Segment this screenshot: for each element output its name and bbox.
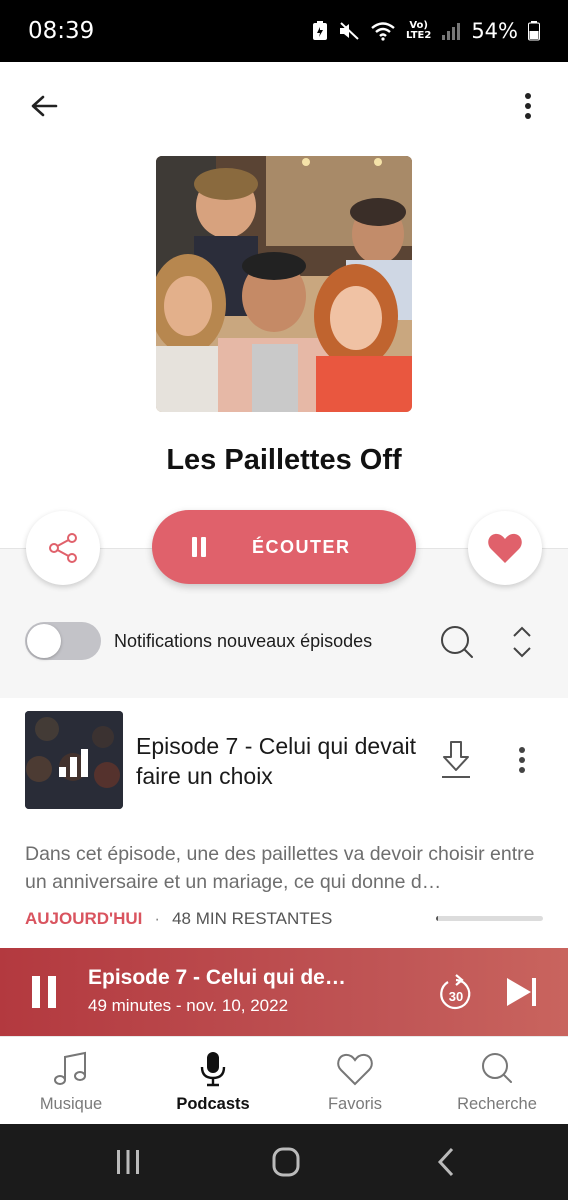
home-button[interactable] xyxy=(266,1144,306,1180)
episode-date: AUJOURD'HUI xyxy=(25,909,143,928)
podcast-cover-art xyxy=(156,156,412,412)
nav-item-favoris[interactable]: Favoris xyxy=(284,1037,426,1125)
nav-item-musique[interactable]: Musique xyxy=(0,1037,142,1125)
status-bar: 08:39 Vo) LTE2 54% xyxy=(0,0,568,62)
status-icons: Vo) LTE2 54% xyxy=(312,19,540,43)
episode-progress-fill xyxy=(436,916,439,921)
episode-description: Dans cet épisode, une des paillettes va … xyxy=(25,843,535,893)
heart-outline-icon xyxy=(337,1053,373,1086)
mini-player[interactable]: Episode 7 - Celui qui de… 49 minutes - n… xyxy=(0,948,568,1036)
recent-apps-button[interactable] xyxy=(108,1144,148,1180)
chevron-left-icon xyxy=(437,1147,454,1177)
nav-label-podcasts: Podcasts xyxy=(176,1095,250,1113)
music-note-icon xyxy=(54,1051,86,1085)
episode-more-button[interactable] xyxy=(508,743,536,777)
nav-label-recherche: Recherche xyxy=(457,1095,537,1113)
status-time: 08:39 xyxy=(28,18,95,44)
arrow-left-icon xyxy=(31,95,58,117)
more-vertical-icon xyxy=(525,93,531,119)
episode-item[interactable]: Episode 7 - Celui qui devait faire un ch… xyxy=(0,699,568,945)
podcast-title: Les Paillettes Off xyxy=(166,444,402,476)
search-icon xyxy=(441,626,473,658)
mini-player-title: Episode 7 - Celui qui de… xyxy=(88,966,346,989)
signal-icon xyxy=(441,21,461,41)
next-button[interactable] xyxy=(505,976,539,1008)
battery-icon xyxy=(528,21,540,41)
search-icon xyxy=(482,1053,512,1083)
notifications-row: Notifications nouveaux épisodes xyxy=(0,610,568,674)
skip-30-label: 30 xyxy=(449,989,463,1004)
nav-item-recherche[interactable]: Recherche xyxy=(426,1037,568,1125)
heart-filled-icon xyxy=(488,533,522,563)
share-icon xyxy=(49,533,77,563)
episode-progress-bar xyxy=(436,916,543,921)
sort-chevrons-icon xyxy=(513,626,531,658)
meta-separator: · xyxy=(154,909,161,928)
share-button[interactable] xyxy=(26,511,100,585)
back-button[interactable] xyxy=(24,86,64,126)
notifications-toggle[interactable] xyxy=(25,622,101,660)
search-episodes-button[interactable] xyxy=(438,623,476,661)
battery-saver-icon xyxy=(312,21,328,41)
nav-label-favoris: Favoris xyxy=(327,1095,383,1113)
microphone-icon xyxy=(200,1052,226,1087)
recent-apps-icon xyxy=(117,1150,139,1174)
skip-next-icon xyxy=(507,978,536,1006)
more-vertical-icon xyxy=(519,747,525,773)
episode-remaining-time: 48 MIN RESTANTES xyxy=(172,909,333,928)
app-bar xyxy=(0,62,568,152)
episode-thumbnail xyxy=(25,711,123,809)
nav-item-podcasts[interactable]: Podcasts xyxy=(142,1037,284,1125)
mini-pause-button[interactable] xyxy=(32,976,56,1008)
mute-icon xyxy=(338,21,360,41)
download-icon xyxy=(442,741,470,778)
episode-title[interactable]: Episode 7 - Celui qui devait faire un ch… xyxy=(136,731,426,791)
system-navigation-bar xyxy=(0,1124,568,1200)
episode-meta: AUJOURD'HUI · 48 MIN RESTANTES xyxy=(25,909,332,929)
toggle-knob xyxy=(27,624,61,658)
nav-label-musique: Musique xyxy=(39,1095,103,1113)
download-button[interactable] xyxy=(438,739,474,781)
listen-label: ÉCOUTER xyxy=(252,537,351,557)
bottom-navigation: Musique Podcasts Favoris Recherche xyxy=(0,1036,568,1124)
volte-indicator: Vo) LTE2 xyxy=(405,20,432,41)
listen-button[interactable]: ÉCOUTER xyxy=(152,510,416,584)
favorite-button[interactable] xyxy=(468,511,542,585)
mini-player-subtitle: 49 minutes - nov. 10, 2022 xyxy=(88,996,289,1015)
skip-forward-30-button[interactable]: 30 xyxy=(438,974,474,1012)
more-options-button[interactable] xyxy=(508,86,548,126)
battery-percent: 54% xyxy=(471,19,518,43)
home-icon xyxy=(272,1147,300,1177)
wifi-icon xyxy=(370,21,396,41)
skip-30-icon: 30 xyxy=(440,974,471,1010)
pause-icon xyxy=(192,537,206,557)
notifications-label: Notifications nouveaux épisodes xyxy=(114,631,373,651)
system-back-button[interactable] xyxy=(428,1144,468,1180)
sort-button[interactable] xyxy=(508,624,536,660)
